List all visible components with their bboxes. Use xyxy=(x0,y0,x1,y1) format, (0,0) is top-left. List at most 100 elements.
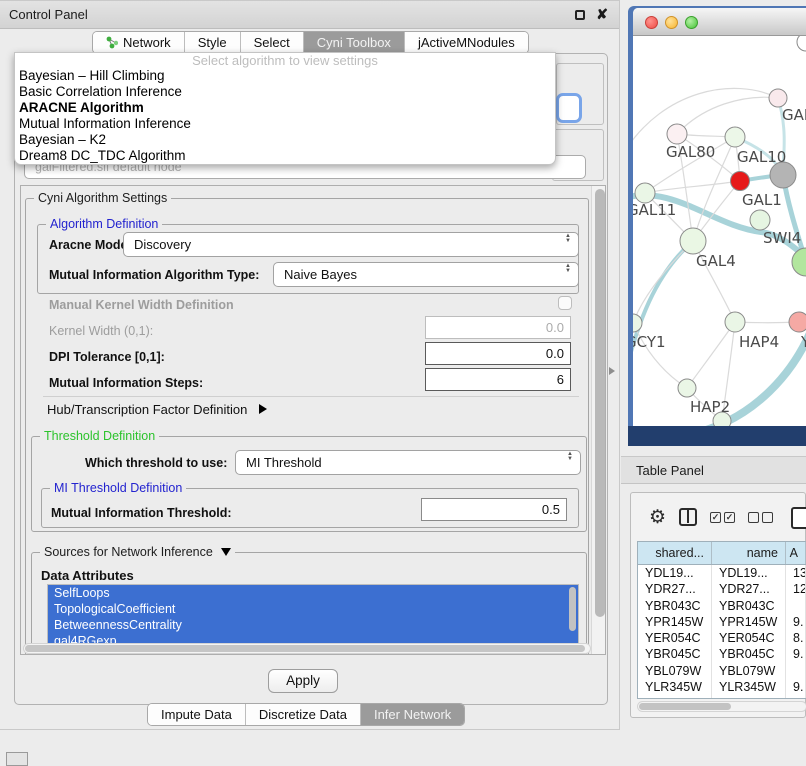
table-row[interactable]: YDR27...YDR27...12 xyxy=(638,581,806,597)
attribute-item-selected[interactable]: TopologicalCoefficient xyxy=(48,601,578,617)
table-row[interactable]: YER054CYER054C8. xyxy=(638,630,806,646)
aracne-mode-select[interactable]: Discovery ▲▼ xyxy=(123,232,579,257)
algorithm-option[interactable]: ARACNE Algorithm xyxy=(15,100,555,116)
stepper-arrows-icon: ▲▼ xyxy=(565,264,571,274)
table-panel-titlebar: Table Panel xyxy=(621,456,806,484)
hub-label: Hub/Transcription Factor Definition xyxy=(47,402,247,417)
network-node[interactable] xyxy=(750,210,770,230)
table-row[interactable]: YBR045CYBR045C9. xyxy=(638,646,806,662)
popup-placeholder: Select algorithm to view settings xyxy=(15,53,555,68)
tab-cyni-toolbox[interactable]: Cyni Toolbox xyxy=(304,32,405,53)
vertical-scrollbar[interactable] xyxy=(591,186,606,654)
node-label: GAL80 xyxy=(666,143,715,161)
table-cell: YPR145W xyxy=(712,614,786,630)
kernel-width-input[interactable]: 0.0 xyxy=(425,316,571,339)
table-row[interactable]: YLR345WYLR345W9. xyxy=(638,679,806,695)
focused-combo-fragment[interactable] xyxy=(556,93,582,123)
algorithm-option[interactable]: Mutual Information Inference xyxy=(15,116,555,132)
mi-type-select[interactable]: Naive Bayes ▲▼ xyxy=(273,262,579,287)
tab-infer-network[interactable]: Infer Network xyxy=(361,704,464,725)
column-header[interactable]: A xyxy=(786,542,806,564)
mi-type-label: Mutual Information Algorithm Type: xyxy=(49,268,259,282)
horizontal-scrollbar[interactable] xyxy=(23,643,591,654)
network-node[interactable] xyxy=(667,124,687,144)
data-attributes-list[interactable]: SelfLoopsTopologicalCoefficientBetweenne… xyxy=(47,584,579,646)
table-row[interactable]: YDL19...YDL19...13 xyxy=(638,565,806,581)
select-all-icon[interactable]: ✓✓ xyxy=(710,512,735,523)
algorithm-option[interactable]: Basic Correlation Inference xyxy=(15,84,555,100)
network-node[interactable] xyxy=(731,172,750,191)
expanded-arrow-icon xyxy=(221,548,231,556)
close-traffic-light-icon[interactable] xyxy=(645,16,658,29)
table-cell: YDR27... xyxy=(712,581,786,597)
attribute-item-selected[interactable]: BetweennessCentrality xyxy=(48,617,578,633)
node-label: GAL4 xyxy=(696,252,736,270)
apply-button[interactable]: Apply xyxy=(268,669,338,693)
tab-network[interactable]: Network xyxy=(93,32,185,53)
document-icon[interactable] xyxy=(791,507,806,529)
table-row[interactable]: YPR145WYPR145W9. xyxy=(638,614,806,630)
list-scrollbar[interactable] xyxy=(569,587,576,631)
attribute-item-selected[interactable]: SelfLoops xyxy=(48,585,578,601)
network-icon xyxy=(106,36,118,49)
tab-label: Infer Network xyxy=(374,704,451,725)
algorithm-option[interactable]: Dream8 DC_TDC Algorithm xyxy=(15,148,555,164)
hub-section-toggle[interactable]: Hub/Transcription Factor Definition xyxy=(47,402,267,417)
dpi-tolerance-input[interactable]: 0.0 xyxy=(425,342,571,365)
column-header[interactable]: shared... xyxy=(638,542,712,564)
column-header[interactable]: name xyxy=(712,542,786,564)
table-row[interactable]: YBL079WYBL079W xyxy=(638,663,806,679)
table-cell: 9. xyxy=(786,646,806,662)
network-node[interactable] xyxy=(725,127,745,147)
stepper-arrows-icon: ▲▼ xyxy=(567,452,573,462)
network-node[interactable] xyxy=(789,312,806,332)
minimize-traffic-light-icon[interactable] xyxy=(665,16,678,29)
network-node[interactable] xyxy=(678,379,696,397)
network-window-titlebar[interactable] xyxy=(633,8,806,36)
network-canvas[interactable]: GAL2GAL80GAL10GAL1GAL11SWI4GAL4GCY1HAP4Y… xyxy=(633,36,806,426)
manual-kernel-label: Manual Kernel Width Definition xyxy=(49,298,234,312)
node-label: GAL11 xyxy=(633,201,676,219)
table-toolbar: ⚙ ✓✓ xyxy=(631,499,806,535)
mi-steps-input[interactable]: 6 xyxy=(425,368,571,391)
mi-threshold-input[interactable]: 0.5 xyxy=(421,498,567,521)
splitter-grip-icon[interactable] xyxy=(609,367,615,375)
table-panel: ⚙ ✓✓ shared...nameA YDL19...YDL19...13YD… xyxy=(630,492,806,718)
network-node[interactable] xyxy=(635,183,655,203)
tab-select[interactable]: Select xyxy=(241,32,304,53)
table-row[interactable]: YBR043CYBR043C xyxy=(638,598,806,614)
table-cell: 8. xyxy=(786,630,806,646)
manual-kernel-checkbox[interactable] xyxy=(558,296,572,310)
network-edge xyxy=(677,97,778,134)
tab-jactivemnodules[interactable]: jActiveMNodules xyxy=(405,32,528,53)
tab-discretize-data[interactable]: Discretize Data xyxy=(246,704,361,725)
cyni-settings-scrollpane: Cyni Algorithm Settings Algorithm Defini… xyxy=(20,185,606,655)
network-node[interactable] xyxy=(797,36,806,51)
deselect-all-icon[interactable] xyxy=(748,512,773,523)
which-threshold-select[interactable]: MI Threshold ▲▼ xyxy=(235,450,581,475)
network-node[interactable] xyxy=(725,312,745,332)
table-cell: 12 xyxy=(786,581,806,597)
gear-icon[interactable]: ⚙ xyxy=(649,508,666,527)
float-window-icon[interactable] xyxy=(575,10,585,20)
tab-label: Impute Data xyxy=(161,704,232,725)
sources-legend[interactable]: Sources for Network Inference xyxy=(40,545,235,559)
close-icon[interactable]: ✘ xyxy=(596,6,608,23)
network-node[interactable] xyxy=(680,228,706,254)
table-cell: YER054C xyxy=(638,630,712,646)
table-cell: 9. xyxy=(786,695,806,699)
tab-label: Cyni Toolbox xyxy=(317,32,391,53)
network-node[interactable] xyxy=(792,248,806,276)
divider xyxy=(43,396,579,397)
columns-icon[interactable] xyxy=(679,508,697,526)
minimized-panel-icon[interactable] xyxy=(6,752,28,766)
table-row[interactable]: YIL052CYIL052C9. xyxy=(638,695,806,699)
table-horizontal-scrollbar[interactable] xyxy=(637,701,806,712)
node-label: GAL2 xyxy=(782,106,806,124)
network-node[interactable] xyxy=(769,89,787,107)
zoom-traffic-light-icon[interactable] xyxy=(685,16,698,29)
algorithm-option[interactable]: Bayesian – K2 xyxy=(15,132,555,148)
tab-style[interactable]: Style xyxy=(185,32,241,53)
algorithm-option[interactable]: Bayesian – Hill Climbing xyxy=(15,68,555,84)
tab-impute-data[interactable]: Impute Data xyxy=(148,704,246,725)
